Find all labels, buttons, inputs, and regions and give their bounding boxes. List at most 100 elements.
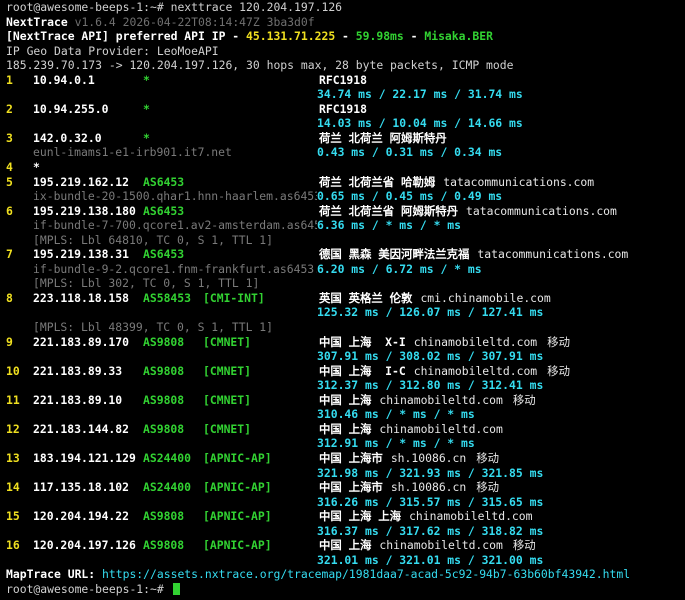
hop-detail-row: eunl-imams1-e1-irb901.it7.net 0.43 ms / 0… <box>6 145 685 160</box>
hop-tag: [CMNET] <box>203 392 252 407</box>
hop-isp: 移动 <box>512 538 536 553</box>
hop-row: 2 10.94.255.0 * RFC1918 <box>6 102 685 117</box>
hop-row: 4 * <box>6 160 685 175</box>
hop-asn: AS9808 <box>143 363 185 378</box>
hop-geo: 中国 上海市 <box>319 480 383 495</box>
api-prefix: [NextTrace API] preferred API IP - <box>6 29 247 44</box>
hop-rdns: if-bundle-7-700.qcore1.av2-amsterdam.as6… <box>33 218 317 233</box>
hop-domain: chinamobileltd.com <box>409 509 533 524</box>
hop-geo: RFC1918 <box>319 72 368 87</box>
hop-domain: tatacommunications.com <box>477 247 629 262</box>
hop-rtt: 34.74 ms / 22.17 ms / 31.74 ms <box>317 87 523 102</box>
hop-rdns: eunl-imams1-e1-irb901.it7.net <box>33 145 232 160</box>
hop-domain: sh.10086.cn <box>390 480 467 495</box>
hop-ip: 221.183.144.82 <box>33 421 130 436</box>
hop-ip: 223.118.18.158 <box>33 290 130 305</box>
hop-number: 1 <box>6 72 13 87</box>
hop-rtt: 316.37 ms / 317.62 ms / 318.82 ms <box>317 523 544 538</box>
hop-asn: AS9808 <box>143 538 185 553</box>
hop-detail-row: 312.37 ms / 312.80 ms / 312.41 ms <box>6 378 685 393</box>
hop-ip: 10.94.255.0 <box>33 101 109 116</box>
prompt-line: root@awesome-beeps-1:~# <box>6 582 685 597</box>
hop-mpls-row: [MPLS: Lbl 302, TC 0, S 1, TTL 1] <box>6 276 685 291</box>
version-banner: NextTrace v1.6.4 2026-04-22T08:14:47Z 3b… <box>6 15 685 30</box>
hop-asn: AS24400 <box>143 450 192 465</box>
hop-asn: AS24400 <box>143 480 192 495</box>
hop-row: 10 221.183.89.33 AS9808 [CMNET] 中国 上海 I-C chi… <box>6 364 685 379</box>
hop-domain: chinamobileltd.com <box>379 538 503 553</box>
maptrace-label: MapTrace URL: <box>6 567 103 582</box>
hop-asn: AS58453 <box>143 290 192 305</box>
hop-asn: AS9808 <box>143 421 185 436</box>
hop-number: 7 <box>6 247 13 262</box>
hop-isp: 移动 <box>476 450 500 465</box>
hop-rtt: 316.26 ms / 315.57 ms / 315.65 ms <box>317 494 544 509</box>
hop-rdns: ix-bundle-20-1500.qhar1.hnn-haarlem.as64… <box>33 189 317 204</box>
hop-geo: 荷兰 北荷兰 阿姆斯特丹 <box>319 130 447 145</box>
hop-number: 14 <box>6 480 20 495</box>
hop-asn: AS9808 <box>143 334 185 349</box>
api-node: Misaka.BER <box>424 29 493 44</box>
command-text: root@awesome-beeps-1:~# nexttrace 120.20… <box>6 0 343 14</box>
hop-detail-row: 34.74 ms / 22.17 ms / 31.74 ms <box>6 87 685 102</box>
hop-isp: 移动 <box>547 334 570 349</box>
hop-domain: tatacommunications.com <box>466 203 617 218</box>
hop-ip: 195.219.138.31 <box>33 247 130 262</box>
hop-rtt: 312.91 ms / * ms / * ms <box>317 436 475 451</box>
hop-number: 11 <box>6 392 20 407</box>
hop-rtt: 6.36 ms / * ms / * ms <box>317 218 462 233</box>
hop-rtt: 125.32 ms / 126.07 ms / 127.41 ms <box>317 305 544 320</box>
hop-number: 3 <box>6 130 13 145</box>
hop-detail-row: 125.32 ms / 126.07 ms / 127.41 ms <box>6 305 685 320</box>
hop-rtt: 321.01 ms / 321.01 ms / 321.00 ms <box>317 552 544 567</box>
hop-rtt: 0.43 ms / 0.31 ms / 0.34 ms <box>317 145 503 160</box>
hop-domain: chinamobileltd.com <box>413 363 538 378</box>
hop-number: 2 <box>6 101 13 116</box>
hop-number: 16 <box>6 538 20 553</box>
app-version: v1.6.4 2026-04-22T08:14:47Z 3ba3d0f <box>74 14 315 29</box>
hop-rtt: 321.98 ms / 321.93 ms / 321.85 ms <box>317 465 544 480</box>
hop-ip: 195.219.138.180 <box>33 203 136 218</box>
terminal-window[interactable]: root@awesome-beeps-1:~# nexttrace 120.20… <box>0 0 685 600</box>
hop-ip: 142.0.32.0 <box>33 130 102 145</box>
hop-asn: * <box>143 101 150 116</box>
hop-rtt: 0.65 ms / 0.45 ms / 0.49 ms <box>317 189 503 204</box>
hop-number: 13 <box>6 450 20 465</box>
hop-geo: 中国 上海 <box>319 392 372 407</box>
hop-tag: [APNIC-AP] <box>203 538 272 553</box>
hop-row: 7 195.219.138.31 AS6453 德国 黑森 美因河畔法兰克福 tatac… <box>6 247 685 262</box>
hop-tag: [CMNET] <box>203 334 252 349</box>
hop-ip: 117.135.18.102 <box>33 480 130 495</box>
hop-row: 5 195.219.162.12 AS6453 荷兰 北荷兰省 哈勒姆 tatacomm… <box>6 175 685 190</box>
hop-domain: cmi.chinamobile.com <box>420 290 551 305</box>
hop-geo: 中国 上海 I-C <box>319 363 406 378</box>
hop-geo: 荷兰 北荷兰省 哈勒姆 <box>319 174 436 189</box>
hop-row: 15 120.204.194.22 AS9808 [APNIC-AP] 中国 上海 上海… <box>6 509 685 524</box>
hop-row: 3 142.0.32.0 * 荷兰 北荷兰 阿姆斯特丹 <box>6 131 685 146</box>
hop-row: 11 221.183.89.10 AS9808 [CMNET] 中国 上海 chinamo… <box>6 393 685 408</box>
hop-isp: 移动 <box>547 363 570 378</box>
hop-detail-row: 316.26 ms / 315.57 ms / 315.65 ms <box>6 495 685 510</box>
hop-rdns: if-bundle-9-2.qcore1.fnm-frankfurt.as645… <box>33 261 317 276</box>
text-cursor <box>172 583 180 596</box>
command-line: root@awesome-beeps-1:~# nexttrace 120.20… <box>6 0 685 15</box>
hop-ip: * <box>33 160 40 175</box>
geo-provider-line: IP Geo Data Provider: LeoMoeAPI <box>6 44 685 59</box>
hop-row: 14 117.135.18.102 AS24400 [APNIC-AP] 中国 上海市 s… <box>6 480 685 495</box>
hop-ip: 120.204.194.22 <box>33 509 130 524</box>
hop-tag: [CMNET] <box>203 421 252 436</box>
hop-number: 5 <box>6 174 13 189</box>
hop-ip: 183.194.121.129 <box>33 450 136 465</box>
api-separator: - <box>403 29 425 44</box>
maptrace-url-link[interactable]: https://assets.nxtrace.org/tracemap/1981… <box>102 567 630 581</box>
hop-ip: 10.94.0.1 <box>33 72 95 87</box>
api-ip: 45.131.71.225 <box>246 29 336 44</box>
hop-geo: 荷兰 北荷兰省 阿姆斯特丹 <box>319 203 459 218</box>
hop-geo: RFC1918 <box>319 101 368 116</box>
hop-mpls: [MPLS: Lbl 302, TC 0, S 1, TTL 1] <box>33 276 260 291</box>
hop-rtt: 312.37 ms / 312.80 ms / 312.41 ms <box>317 378 544 393</box>
hop-detail-row: 321.01 ms / 321.01 ms / 321.00 ms <box>6 553 685 568</box>
hop-isp: 移动 <box>512 392 536 407</box>
hop-number: 12 <box>6 421 20 436</box>
hop-mpls: [MPLS: Lbl 64810, TC 0, S 1, TTL 1] <box>33 232 274 247</box>
